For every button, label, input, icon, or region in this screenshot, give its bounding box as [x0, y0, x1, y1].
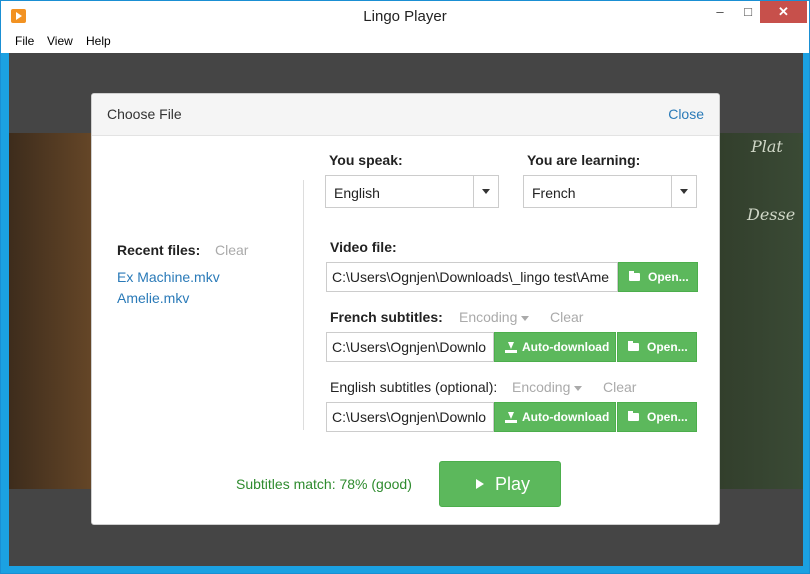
video-open-label: Open...: [648, 270, 689, 284]
close-window-button[interactable]: ✕: [760, 1, 807, 23]
choose-file-dialog: Choose File Close Recent files: Clear Ex…: [91, 93, 720, 525]
french-encoding-dropdown[interactable]: Encoding: [459, 309, 530, 325]
chevron-down-icon: [671, 176, 696, 207]
window-title: Lingo Player: [363, 8, 447, 25]
you-learn-label: You are learning:: [527, 152, 641, 168]
you-speak-select[interactable]: English: [325, 175, 499, 208]
recent-files-label: Recent files:: [117, 242, 201, 258]
you-learn-select[interactable]: French: [523, 175, 697, 208]
play-button[interactable]: Play: [439, 461, 561, 507]
subtitles-match-status: Subtitles match: 78% (good): [236, 476, 412, 492]
download-icon: [505, 340, 517, 354]
you-speak-label: You speak:: [329, 152, 403, 168]
caret-down-icon: [574, 385, 583, 391]
menu-view[interactable]: View: [47, 34, 73, 48]
french-clear-link[interactable]: Clear: [550, 309, 583, 325]
menu-bar: File View Help: [1, 31, 809, 53]
english-subtitles-label: English subtitles (optional):: [330, 379, 498, 395]
english-subtitles-path: C:\Users\Ognjen\Downlo: [332, 409, 487, 425]
download-icon: [505, 410, 517, 424]
english-open-button[interactable]: Open...: [617, 402, 697, 432]
french-auto-download-button[interactable]: Auto-download: [494, 332, 616, 362]
play-label: Play: [495, 474, 531, 494]
chalkboard-scribble: Plat: [751, 137, 783, 156]
dialog-header: Choose File Close: [92, 94, 719, 136]
french-open-label: Open...: [647, 340, 688, 354]
folder-open-icon: [629, 271, 640, 281]
french-subtitles-label: French subtitles:: [330, 309, 443, 325]
title-bar[interactable]: Lingo Player – □ ✕: [1, 1, 809, 31]
french-open-button[interactable]: Open...: [617, 332, 697, 362]
app-window: Lingo Player – □ ✕ File View Help Plat D…: [0, 0, 810, 574]
dialog-close-link[interactable]: Close: [668, 106, 704, 122]
chevron-down-icon: [473, 176, 498, 207]
english-auto-download-button[interactable]: Auto-download: [494, 402, 616, 432]
folder-open-icon: [628, 411, 639, 421]
recent-clear-link[interactable]: Clear: [215, 242, 248, 258]
you-learn-value: French: [532, 185, 576, 201]
video-file-path: C:\Users\Ognjen\Downloads\_lingo test\Am…: [332, 269, 610, 285]
maximize-button[interactable]: □: [734, 1, 762, 23]
recent-file-item[interactable]: Ex Machine.mkv: [117, 269, 220, 285]
video-file-input[interactable]: C:\Users\Ognjen\Downloads\_lingo test\Am…: [326, 262, 618, 292]
english-auto-download-label: Auto-download: [522, 410, 610, 424]
menu-file[interactable]: File: [15, 34, 34, 48]
french-subtitles-path: C:\Users\Ognjen\Downlo: [332, 339, 487, 355]
dialog-title: Choose File: [107, 106, 182, 122]
play-icon: [476, 479, 484, 489]
french-encoding-label: Encoding: [459, 309, 518, 325]
english-subtitles-input[interactable]: C:\Users\Ognjen\Downlo: [326, 402, 494, 432]
english-clear-link[interactable]: Clear: [603, 379, 636, 395]
caret-down-icon: [521, 315, 530, 321]
video-open-button[interactable]: Open...: [618, 262, 698, 292]
column-divider: [303, 180, 304, 430]
recent-file-item[interactable]: Amelie.mkv: [117, 290, 189, 306]
english-open-label: Open...: [647, 410, 688, 424]
french-auto-download-label: Auto-download: [522, 340, 610, 354]
english-encoding-dropdown[interactable]: Encoding: [512, 379, 583, 395]
menu-help[interactable]: Help: [86, 34, 111, 48]
folder-open-icon: [628, 341, 639, 351]
minimize-button[interactable]: –: [706, 1, 734, 23]
you-speak-value: English: [334, 185, 380, 201]
chalkboard-scribble: Desse: [747, 205, 796, 224]
french-subtitles-input[interactable]: C:\Users\Ognjen\Downlo: [326, 332, 494, 362]
english-encoding-label: Encoding: [512, 379, 571, 395]
video-file-label: Video file:: [330, 239, 397, 255]
